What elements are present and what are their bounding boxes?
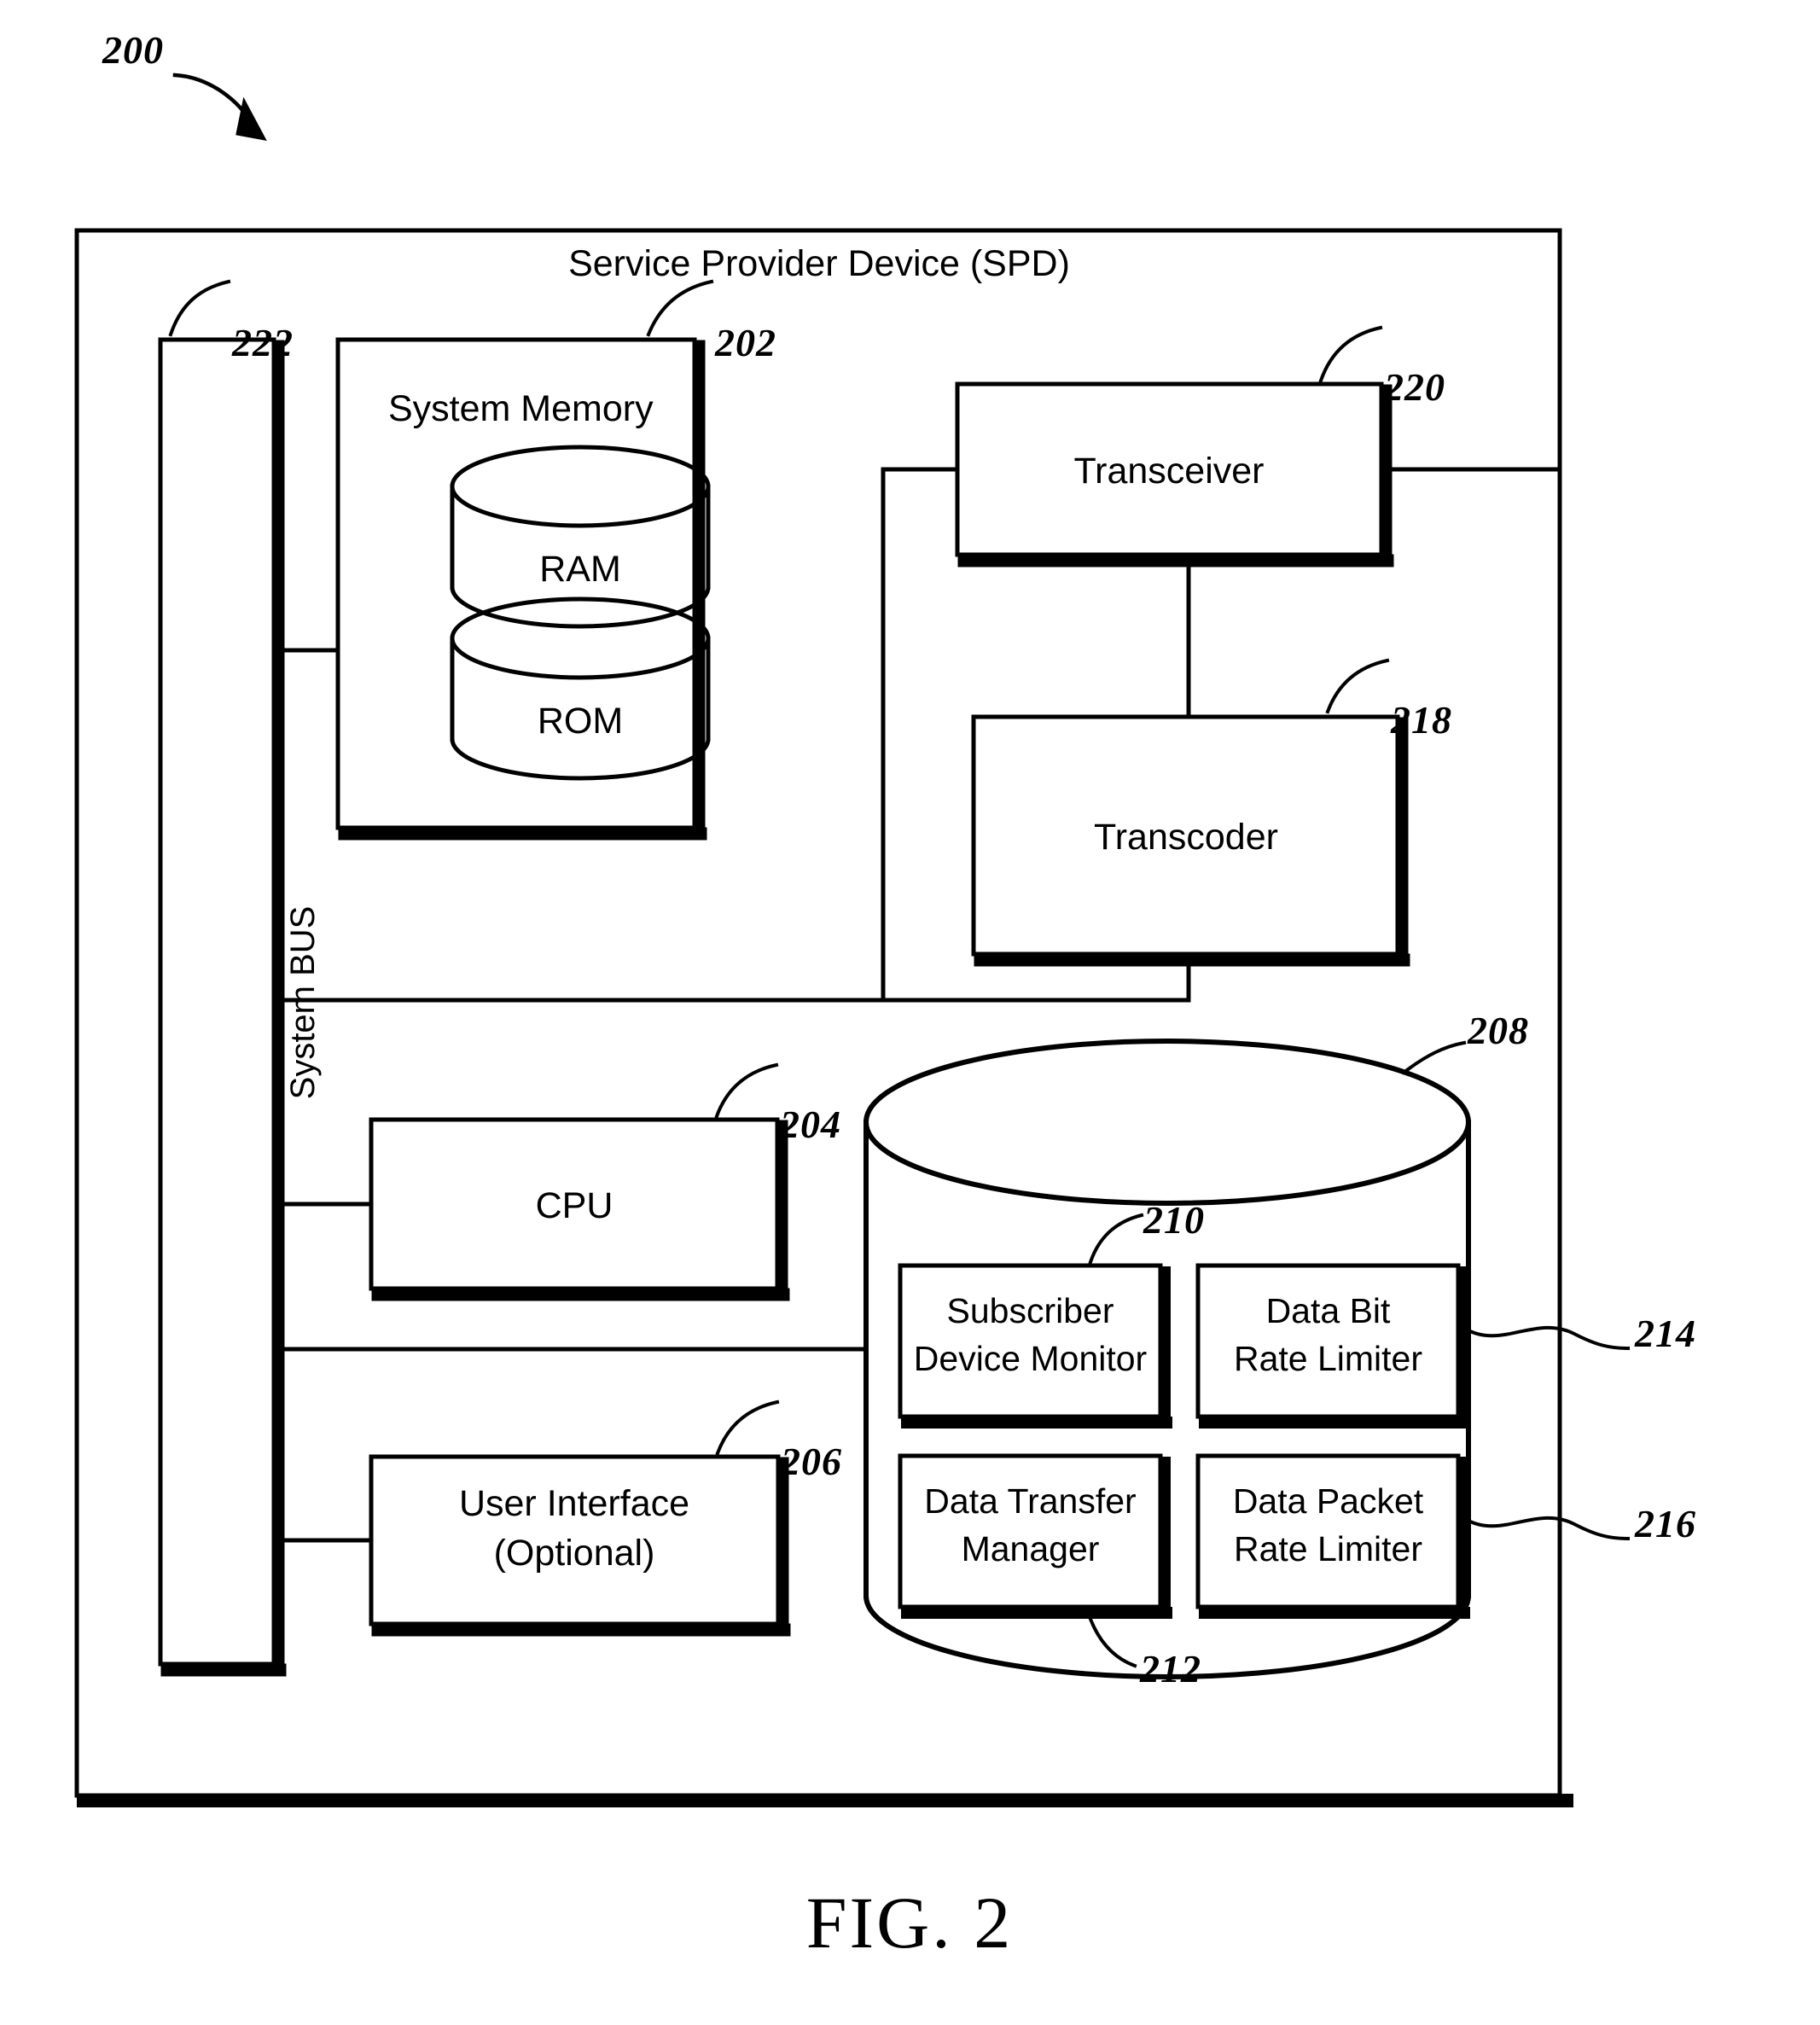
figure-number-label: 200 xyxy=(102,28,164,72)
figure-caption: FIG. 2 xyxy=(805,1882,1014,1964)
ref-210-leader xyxy=(1088,1213,1144,1265)
ref-222-label: 222 xyxy=(232,321,294,364)
data-bit-rate-limiter-label-line1: Data Bit xyxy=(1265,1291,1391,1330)
ref-218-leader xyxy=(1325,658,1390,714)
ref-212-leader xyxy=(1086,1612,1137,1668)
data-bit-rate-limiter-label-line2: Rate Limiter xyxy=(1233,1339,1422,1378)
ref-216-leader xyxy=(1462,1516,1631,1541)
system-bus-bar xyxy=(158,337,276,1667)
ref-208-leader xyxy=(1401,1040,1467,1075)
ref-208-label: 208 xyxy=(1468,1009,1529,1052)
database-cylinder-top xyxy=(863,1039,1471,1206)
ram-cylinder-top xyxy=(450,445,711,528)
ref-214-leader xyxy=(1462,1325,1631,1351)
user-interface-label-line2: (Optional) xyxy=(493,1533,655,1574)
ref-206-leader xyxy=(715,1399,780,1456)
transceiver-label: Transceiver xyxy=(1073,451,1265,492)
ram-label: RAM xyxy=(539,549,621,590)
rom-cylinder-bottom xyxy=(450,736,711,781)
ref-206-label: 206 xyxy=(781,1440,842,1483)
ref-220-label: 220 xyxy=(1384,365,1445,409)
ref-202-label: 202 xyxy=(715,321,776,364)
connector-transceiver-left-down xyxy=(881,467,960,1003)
ref-212-label: 212 xyxy=(1140,1647,1201,1690)
ram-cylinder-bottom xyxy=(450,585,711,629)
data-transfer-manager-label-line1: Data Transfer xyxy=(924,1481,1137,1521)
rom-label: ROM xyxy=(537,701,624,742)
user-interface-label-line1: User Interface xyxy=(458,1483,690,1524)
patent-figure: Service Provider Device (SPD) 200 System… xyxy=(0,0,1820,2025)
subscriber-device-monitor-label-line1: Subscriber xyxy=(946,1291,1114,1330)
ref-204-label: 204 xyxy=(780,1103,841,1146)
spd-title: Service Provider Device (SPD) xyxy=(568,243,1070,284)
system-bus-label: System BUS xyxy=(284,905,322,1100)
ref-220-leader xyxy=(1318,325,1383,383)
ref-214-label: 214 xyxy=(1635,1312,1696,1355)
rom-cylinder-top xyxy=(450,596,711,680)
ref-218-label: 218 xyxy=(1391,698,1452,742)
data-transfer-manager-label-line2: Manager xyxy=(961,1529,1100,1568)
transcoder-label: Transcoder xyxy=(1094,817,1278,858)
ref-202-leader xyxy=(646,279,714,337)
cpu-label: CPU xyxy=(535,1185,613,1226)
data-packet-rate-limiter-label-line2: Rate Limiter xyxy=(1233,1529,1422,1568)
data-packet-rate-limiter-label-line1: Data Packet xyxy=(1232,1481,1424,1521)
ref-210-label: 210 xyxy=(1143,1198,1205,1242)
ref-204-leader xyxy=(714,1062,779,1119)
ref-222-leader xyxy=(168,279,231,337)
system-memory-label: System Memory xyxy=(388,388,654,429)
subscriber-device-monitor-label-line2: Device Monitor xyxy=(913,1339,1148,1378)
ref-216-label: 216 xyxy=(1635,1502,1696,1545)
